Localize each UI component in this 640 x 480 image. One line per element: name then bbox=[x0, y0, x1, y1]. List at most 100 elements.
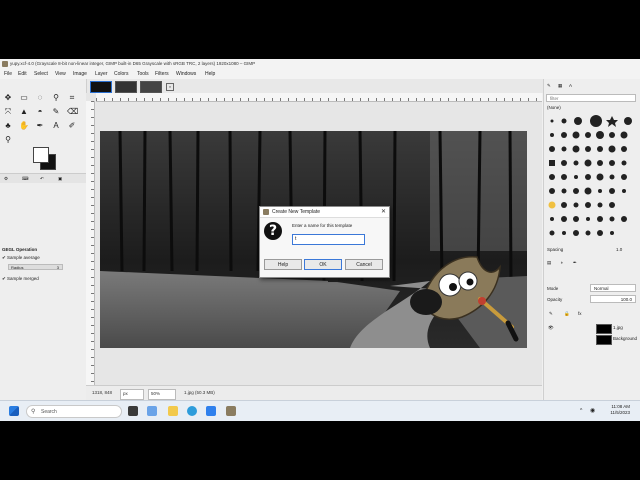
zoom-select[interactable]: 50% bbox=[148, 389, 176, 400]
fill-icon[interactable]: ◓ bbox=[35, 107, 45, 117]
taskbar: ⚲ Search ^ ◉ 11:08 AM 11/5/2023 bbox=[0, 400, 640, 421]
text-tool-icon[interactable]: A bbox=[51, 121, 61, 131]
smudge-icon[interactable]: ✋ bbox=[19, 121, 29, 131]
move-tool-icon[interactable]: ✥ bbox=[3, 93, 13, 103]
tool-options-tabs: ⚙ ⌨ ↶ ▣ bbox=[0, 173, 86, 183]
vertical-ruler[interactable] bbox=[86, 101, 95, 391]
file-explorer-icon[interactable] bbox=[168, 406, 178, 416]
image-tabs: × bbox=[86, 79, 544, 93]
task-view-icon[interactable] bbox=[128, 406, 138, 416]
start-icon[interactable] bbox=[9, 406, 19, 416]
menu-view[interactable]: View bbox=[55, 71, 66, 77]
dialog-app-icon bbox=[263, 209, 269, 215]
sample-merged-label: Sample merged bbox=[7, 276, 39, 281]
menu-layer[interactable]: Layer bbox=[95, 71, 108, 77]
menu-edit[interactable]: Edit bbox=[18, 71, 27, 77]
rect-select-icon[interactable]: ▭ bbox=[19, 93, 29, 103]
layer-name[interactable]: Background bbox=[613, 336, 637, 341]
brush-filter-input[interactable]: filter bbox=[546, 94, 636, 102]
close-icon[interactable]: ✕ bbox=[381, 208, 386, 215]
tool-options-tab-icon[interactable]: ⚙ bbox=[4, 176, 8, 182]
brush-grid[interactable] bbox=[546, 115, 636, 243]
menu-select[interactable]: Select bbox=[34, 71, 48, 77]
cancel-button[interactable]: Cancel bbox=[345, 259, 383, 270]
image-tab-2[interactable] bbox=[115, 81, 137, 93]
opacity-label: Opacity bbox=[547, 297, 563, 302]
layer-thumbnail bbox=[596, 335, 612, 345]
sample-average-check[interactable]: ✔ Sample average bbox=[2, 255, 40, 261]
brush-name: (None) bbox=[547, 105, 561, 110]
menu-image[interactable]: Image bbox=[73, 71, 87, 77]
menu-help[interactable]: Help bbox=[205, 71, 215, 77]
menu-tools[interactable]: Tools bbox=[137, 71, 149, 77]
horizontal-ruler[interactable] bbox=[96, 93, 542, 102]
paths-tab-icon[interactable]: ✒ bbox=[573, 260, 577, 266]
layers-tab-icon[interactable]: ▤ bbox=[547, 260, 551, 266]
sample-average-label: Sample average bbox=[7, 255, 40, 260]
search-placeholder: Search bbox=[41, 409, 57, 415]
crop-icon[interactable]: ⌗ bbox=[67, 93, 77, 103]
screen: yupy.xcf-4.0 (Grayscale 8-bit non-linear… bbox=[0, 59, 640, 421]
brushes-tab-icon[interactable]: ✎ bbox=[547, 83, 551, 89]
taskbar-search[interactable]: ⚲ Search bbox=[26, 405, 122, 418]
undo-tab-icon[interactable]: ↶ bbox=[40, 176, 44, 182]
wilber-mascot-image bbox=[410, 256, 519, 342]
lock-position-icon[interactable]: 🔒 bbox=[564, 311, 570, 317]
spacing-value[interactable]: 1.0 bbox=[616, 247, 622, 252]
zoom-value: 50% bbox=[151, 391, 161, 396]
sample-merged-check[interactable]: ✔ Sample merged bbox=[2, 276, 39, 282]
radius-label: Radius bbox=[11, 265, 24, 270]
image-tab-1[interactable] bbox=[90, 81, 112, 93]
unit-select[interactable]: px bbox=[120, 389, 144, 400]
gimp-taskbar-icon[interactable] bbox=[226, 406, 236, 416]
color-picker-icon[interactable]: ✐ bbox=[67, 121, 77, 131]
layer-thumbnail bbox=[596, 324, 612, 334]
fonts-tab-icon[interactable]: A bbox=[569, 83, 572, 88]
warp-icon[interactable]: ▲ bbox=[19, 107, 29, 117]
channels-tab-icon[interactable]: ◑ bbox=[560, 260, 563, 265]
image-tab-3[interactable] bbox=[140, 81, 162, 93]
zoom-icon[interactable]: ⚲ bbox=[3, 135, 13, 145]
device-status-tab-icon[interactable]: ⌨ bbox=[22, 176, 29, 182]
transform-icon[interactable]: ⤧ bbox=[3, 107, 13, 117]
menu-filters[interactable]: Filters bbox=[155, 71, 169, 77]
foreground-color[interactable] bbox=[33, 147, 49, 163]
layer-name[interactable]: 1.jpg bbox=[613, 325, 623, 330]
fx-icon[interactable]: fx bbox=[578, 311, 582, 316]
ok-button[interactable]: OK bbox=[304, 259, 342, 270]
network-icon[interactable]: ◉ bbox=[590, 407, 595, 414]
lasso-icon[interactable]: ◌ bbox=[35, 93, 45, 103]
menu-windows[interactable]: Windows bbox=[176, 71, 196, 77]
layer-row[interactable]: Background bbox=[546, 334, 639, 345]
mode-select[interactable]: Normal bbox=[590, 284, 636, 292]
paintbrush-icon[interactable]: ✎ bbox=[51, 107, 61, 117]
images-tab-icon[interactable]: ▣ bbox=[58, 176, 62, 182]
visibility-eye-icon[interactable]: 👁 bbox=[548, 325, 554, 331]
close-tab-icon[interactable]: × bbox=[166, 83, 174, 91]
template-name-input[interactable]: t bbox=[292, 234, 365, 245]
brush-filter-placeholder: filter bbox=[550, 96, 559, 101]
menu-colors[interactable]: Colors bbox=[114, 71, 128, 77]
fuzzy-select-icon[interactable]: ⚲ bbox=[51, 93, 61, 103]
tray-chevron-icon[interactable]: ^ bbox=[580, 408, 582, 414]
help-button[interactable]: Help bbox=[264, 259, 302, 270]
lock-pixels-icon[interactable]: ✎ bbox=[549, 311, 553, 317]
radius-field[interactable]: Radius 3 bbox=[8, 264, 63, 270]
widgets-icon[interactable] bbox=[147, 406, 157, 416]
clone-icon[interactable]: ♣ bbox=[3, 121, 13, 131]
edge-icon[interactable] bbox=[187, 406, 197, 416]
eraser-icon[interactable]: ⌫ bbox=[67, 107, 78, 117]
opacity-field[interactable]: 100.0 bbox=[590, 295, 636, 303]
unit-value: px bbox=[123, 391, 128, 396]
pointer-coords: 1318, 848 bbox=[92, 390, 113, 395]
clock[interactable]: 11:08 AM 11/5/2023 bbox=[610, 404, 630, 416]
paths-icon[interactable]: ✒ bbox=[35, 121, 45, 131]
patterns-tab-icon[interactable]: ▦ bbox=[558, 83, 562, 89]
mode-value: Normal bbox=[594, 286, 609, 291]
tool-options-header: GEGL Operation bbox=[2, 247, 38, 252]
question-icon: ? bbox=[264, 222, 282, 240]
gimp-app-icon bbox=[2, 61, 8, 67]
layer-row[interactable]: 👁 1.jpg bbox=[546, 323, 639, 334]
menu-file[interactable]: File bbox=[4, 71, 12, 77]
store-icon[interactable] bbox=[206, 406, 216, 416]
